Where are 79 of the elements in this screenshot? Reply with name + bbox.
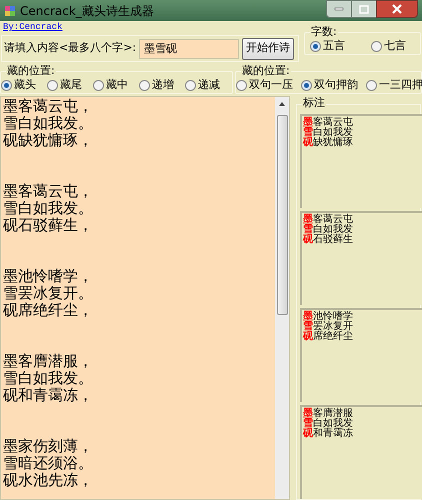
minimize-button[interactable] [326, 0, 352, 18]
poem-line: 墨客膺潜服， [3, 353, 94, 370]
radio-button[interactable] [236, 80, 247, 91]
maximize-button[interactable] [352, 0, 376, 18]
annotation-line: 白如我发 [313, 128, 353, 138]
marked-character: 墨 [303, 312, 313, 322]
annotation-line: 客蔼云屯 [313, 118, 353, 128]
radio-label[interactable]: 双句押韵 [314, 77, 358, 94]
marked-character: 砚 [303, 138, 313, 148]
marked-character: 砚 [303, 332, 313, 342]
group-title: 藏的位置: [6, 64, 56, 77]
radio-label[interactable]: 一三四押 [379, 77, 422, 94]
poem-line: 雪白如我发。 [3, 200, 94, 217]
close-button[interactable] [376, 0, 418, 18]
radio-button[interactable] [310, 40, 321, 52]
annotation-line: 石驳藓生 [313, 235, 353, 245]
poem-line: 墨池怜嗜学， [3, 268, 94, 285]
author-link[interactable]: By:Cencrack [3, 21, 62, 35]
radio-button[interactable] [366, 80, 377, 91]
annotation-line: 缺犹慵琢 [313, 138, 353, 148]
poem-line: 砚水池先冻， [3, 472, 94, 489]
marked-character: 墨 [303, 409, 313, 419]
scroll-up-icon[interactable] [278, 101, 286, 107]
annotation-line: 池怜嗜学 [313, 312, 353, 322]
start-button[interactable]: 开始作诗 [242, 38, 294, 60]
radio-button[interactable] [47, 80, 58, 91]
radio-label[interactable]: 藏尾 [60, 77, 82, 94]
scrollbar[interactable] [275, 97, 289, 499]
poem-line: 墨客蔼云屯， [3, 98, 94, 115]
annotation-line: 席绝纤尘 [313, 332, 353, 342]
annotation-line: 白如我发 [313, 419, 353, 429]
poem-line: 砚和青霭冻， [3, 387, 94, 404]
radio-button[interactable] [371, 40, 382, 52]
radio-button[interactable] [1, 80, 12, 91]
marked-character: 墨 [303, 118, 313, 128]
app-icon [4, 4, 16, 16]
radio-button[interactable] [139, 80, 150, 91]
poem-line: 墨家伤刻薄， [3, 438, 94, 455]
marked-character: 雪 [303, 225, 313, 235]
scrollbar-thumb[interactable] [276, 115, 288, 315]
annotation-line: 客膺潜服 [313, 409, 353, 419]
radio-label[interactable]: 五言 [323, 38, 345, 54]
radio-button[interactable] [301, 80, 312, 91]
input-label: 请填入内容<最多八个字>: [4, 40, 136, 56]
poem-line: 砚石驳藓生， [3, 217, 94, 234]
poem-line: 墨客蔼云屯， [3, 183, 94, 200]
poem-line: 砚席绝纤尘， [3, 302, 94, 319]
marked-character: 雪 [303, 322, 313, 332]
maximize-icon [359, 4, 369, 14]
radio-label[interactable]: 藏头 [14, 77, 36, 94]
window-title: Cencrack_藏头诗生成器 [20, 2, 154, 20]
annotation-line: 白如我发 [313, 225, 353, 235]
annotation-line: 罢冰复开 [313, 322, 353, 332]
marked-character: 砚 [303, 235, 313, 245]
annotation-line: 和青霭冻 [313, 429, 353, 439]
annotation-title: 标注 [302, 96, 326, 110]
marked-character: 砚 [303, 429, 313, 439]
annotation-line: 客蔼云屯 [313, 215, 353, 225]
radio-label[interactable]: 七言 [384, 38, 406, 54]
marked-character: 墨 [303, 215, 313, 225]
radio-button[interactable] [93, 80, 104, 91]
radio-label[interactable]: 递减 [198, 77, 220, 94]
minimize-icon [334, 7, 344, 11]
radio-label[interactable]: 藏中 [106, 77, 128, 94]
poem-line: 雪罢冰复开。 [3, 285, 94, 302]
radio-label[interactable]: 双句一压 [249, 77, 293, 94]
poem-line: 雪暗还须浴。 [3, 455, 94, 472]
radio-label[interactable]: 递增 [152, 77, 174, 94]
group-title: 字数: [310, 25, 338, 38]
poem-line: 雪白如我发。 [3, 370, 94, 387]
marked-character: 雪 [303, 128, 313, 138]
radio-button[interactable] [185, 80, 196, 91]
close-icon [391, 4, 403, 14]
input-field[interactable]: 墨雪砚 [139, 38, 240, 58]
poem-line: 雪白如我发。 [3, 115, 94, 132]
marked-character: 雪 [303, 419, 313, 429]
group-title: 藏的位置: [241, 64, 291, 77]
poem-line: 砚缺犹慵琢， [3, 132, 94, 149]
poem-textarea[interactable]: 墨客蔼云屯， 雪白如我发。 砚缺犹慵琢， 墨客蔼云屯， 雪白如我发。 砚石驳藓生， 墨池怜嗜学， 雪罢冰复开。 砚席绝纤尘， 墨客膺潜服， 雪白如我发。 砚和青霭冻， 墨家伤刻薄， 雪暗还须浴。 砚水池先冻， [0, 96, 290, 500]
